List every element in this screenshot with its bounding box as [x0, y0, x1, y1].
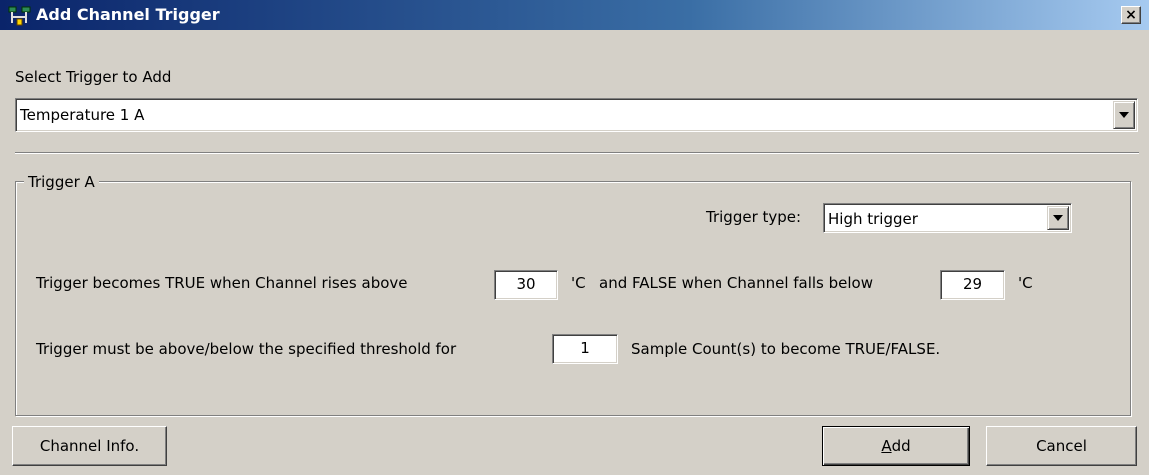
- app-icon: [8, 5, 32, 27]
- sample-count-input[interactable]: 1: [552, 334, 618, 364]
- fall-threshold-input[interactable]: 29: [940, 270, 1005, 300]
- close-icon: ×: [1125, 7, 1137, 23]
- cancel-button[interactable]: Cancel: [986, 426, 1137, 466]
- rise-unit: 'C: [571, 274, 586, 292]
- trigger-type-select[interactable]: High trigger: [823, 203, 1072, 233]
- fall-text: and FALSE when Channel falls below: [599, 274, 874, 292]
- window-title: Add Channel Trigger: [36, 5, 220, 24]
- add-button[interactable]: Add: [822, 426, 970, 466]
- add-mnemonic: A: [881, 437, 892, 455]
- trigger-select[interactable]: Temperature 1 A: [15, 98, 1138, 132]
- channel-info-label: Channel Info.: [39, 437, 140, 455]
- trigger-type-label: Trigger type:: [706, 208, 802, 226]
- trigger-select-value: Temperature 1 A: [20, 106, 145, 124]
- cancel-button-label: Cancel: [1036, 437, 1087, 455]
- trigger-group-legend: Trigger A: [24, 172, 99, 192]
- select-trigger-label: Select Trigger to Add: [15, 68, 172, 86]
- add-label-rest: dd: [891, 437, 911, 455]
- separator-highlight: [15, 153, 1139, 154]
- triangle-down-icon: [1053, 215, 1063, 221]
- sample-count-text: Sample Count(s) to become TRUE/FALSE.: [631, 340, 941, 358]
- fall-unit: 'C: [1018, 274, 1033, 292]
- rise-text: Trigger becomes TRUE when Channel rises …: [36, 274, 408, 292]
- rise-threshold-input[interactable]: 30: [494, 270, 558, 300]
- close-button[interactable]: ×: [1121, 6, 1141, 24]
- add-button-label: Add: [881, 427, 910, 465]
- trigger-type-dropdown-button[interactable]: [1047, 206, 1069, 230]
- trigger-type-value: High trigger: [828, 210, 918, 228]
- trigger-select-dropdown-button[interactable]: [1113, 101, 1135, 129]
- threshold-text: Trigger must be above/below the specifie…: [36, 340, 457, 358]
- title-bar[interactable]: Add Channel Trigger ×: [0, 0, 1149, 30]
- triangle-down-icon: [1119, 112, 1129, 118]
- channel-info-button[interactable]: Channel Info.: [12, 426, 167, 466]
